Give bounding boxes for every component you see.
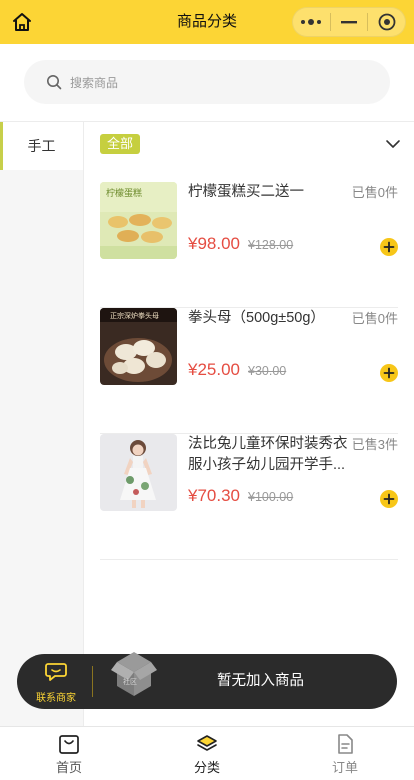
product-name: 拳头母（500g±50g） [188,310,325,326]
original-price: ¥30.00 [248,364,287,378]
close-program-icon[interactable] [368,8,405,36]
original-price: ¥128.00 [248,238,294,252]
chevron-down-icon[interactable] [384,135,402,153]
product-name: 柠檬蛋糕买二送一 [188,184,304,200]
product-image[interactable]: 正宗深炉拳头母 [100,308,177,385]
cart-bar: 联系商家 社区 暂无加入商品 [17,652,397,709]
product-item[interactable]: 柠檬蛋糕 柠檬蛋糕买二送一 已售0件 ¥98.00 ¥128.00 [100,182,398,308]
product-item[interactable]: 法比兔儿童环保时装秀衣服小孩子幼儿园开学手... 已售3件 ¥70.30 ¥10… [100,434,398,560]
product-price: ¥98.00 [188,234,240,253]
sold-count: 已售0件 [351,185,398,200]
filter-row: 全部 [84,122,414,166]
search-section: 搜索商品 [0,44,414,122]
tab-category[interactable]: 分类 [138,727,276,780]
bottom-tab-bar: 首页 分类 订单 [0,726,414,780]
product-image-label: 正宗深炉拳头母 [110,311,159,320]
sidebar-item-handmade[interactable]: 手工 [0,122,83,170]
document-icon [338,734,353,754]
tab-orders[interactable]: 订单 [276,727,414,780]
search-placeholder: 搜索商品 [70,75,119,90]
sold-count: 已售0件 [351,311,398,326]
product-item[interactable]: 正宗深炉拳头母 拳头母（500g±50g） 已售0件 ¥25.00 ¥30.00 [100,308,398,434]
contact-merchant-label: 联系商家 [36,693,76,704]
filter-tag-all[interactable]: 全部 [100,134,141,154]
tab-home[interactable]: 首页 [0,727,138,780]
sidebar-item-label: 手工 [27,138,56,154]
cart-status: 暂无加入商品 [217,673,304,689]
contact-merchant-button[interactable]: 联系商家 [31,662,81,704]
search-input[interactable]: 搜索商品 [24,60,390,104]
cart-box-icon[interactable]: 社区 [109,646,159,698]
product-price: ¥25.00 [188,360,240,379]
product-name: 法比兔儿童环保时装秀衣服小孩子幼儿园开学手... [188,436,348,473]
add-to-cart-icon[interactable] [380,490,398,508]
original-price: ¥100.00 [248,490,294,504]
chat-icon [45,663,67,681]
tab-label: 首页 [55,760,82,775]
product-price: ¥70.30 [188,486,240,505]
product-panel: 全部 柠檬蛋糕 柠檬蛋糕买二送一 已售0件 ¥98.00 ¥128.00 正宗深… [84,122,414,726]
cart-box-label: 社区 [123,677,137,686]
product-image-label: 柠檬蛋糕 [106,187,142,199]
search-icon [47,75,62,90]
layers-icon [197,735,217,751]
tab-label: 分类 [193,760,220,775]
more-options-icon[interactable] [293,8,330,36]
product-image[interactable] [100,434,177,511]
cart-bar-divider [92,666,93,697]
category-sidebar: 手工 [0,122,84,726]
tab-label: 订单 [331,760,358,775]
sold-count: 已售3件 [351,437,398,452]
add-to-cart-icon[interactable] [380,364,398,382]
shop-bag-icon [59,735,79,754]
top-bar: 商品分类 [0,0,414,44]
minimize-icon[interactable] [331,8,368,36]
product-image[interactable]: 柠檬蛋糕 [100,182,177,259]
add-to-cart-icon[interactable] [380,238,398,256]
mini-program-capsule [292,7,406,37]
